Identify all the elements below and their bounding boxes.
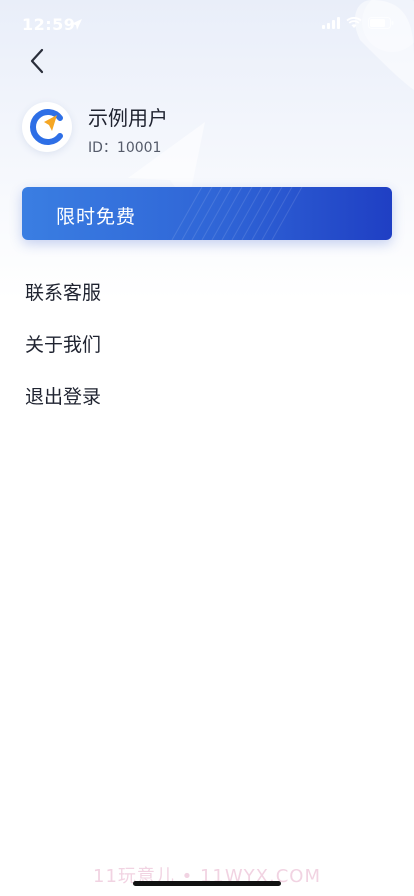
user-name: 示例用户 — [88, 106, 168, 130]
promo-banner[interactable]: 限时免费 — [22, 187, 392, 240]
chevron-left-icon — [30, 48, 44, 74]
location-arrow-icon — [71, 19, 82, 30]
status-bar: 12:59 — [0, 0, 414, 48]
navigation-logo-icon — [30, 109, 63, 145]
user-id: ID：10001 — [88, 140, 162, 156]
status-time: 12:59 — [22, 15, 76, 34]
home-indicator — [133, 881, 281, 886]
back-button[interactable] — [22, 46, 52, 76]
menu-item-about-us[interactable]: 关于我们 — [0, 317, 414, 369]
wifi-icon — [346, 17, 362, 28]
signal-icon — [322, 17, 340, 29]
promo-label: 限时免费 — [56, 206, 137, 228]
menu-item-contact-support[interactable]: 联系客服 — [0, 265, 414, 317]
status-indicators — [322, 17, 394, 29]
menu-item-logout[interactable]: 退出登录 — [0, 369, 414, 421]
battery-icon — [368, 17, 394, 29]
settings-menu: 联系客服 关于我们 退出登录 — [0, 265, 414, 421]
avatar — [22, 102, 72, 152]
